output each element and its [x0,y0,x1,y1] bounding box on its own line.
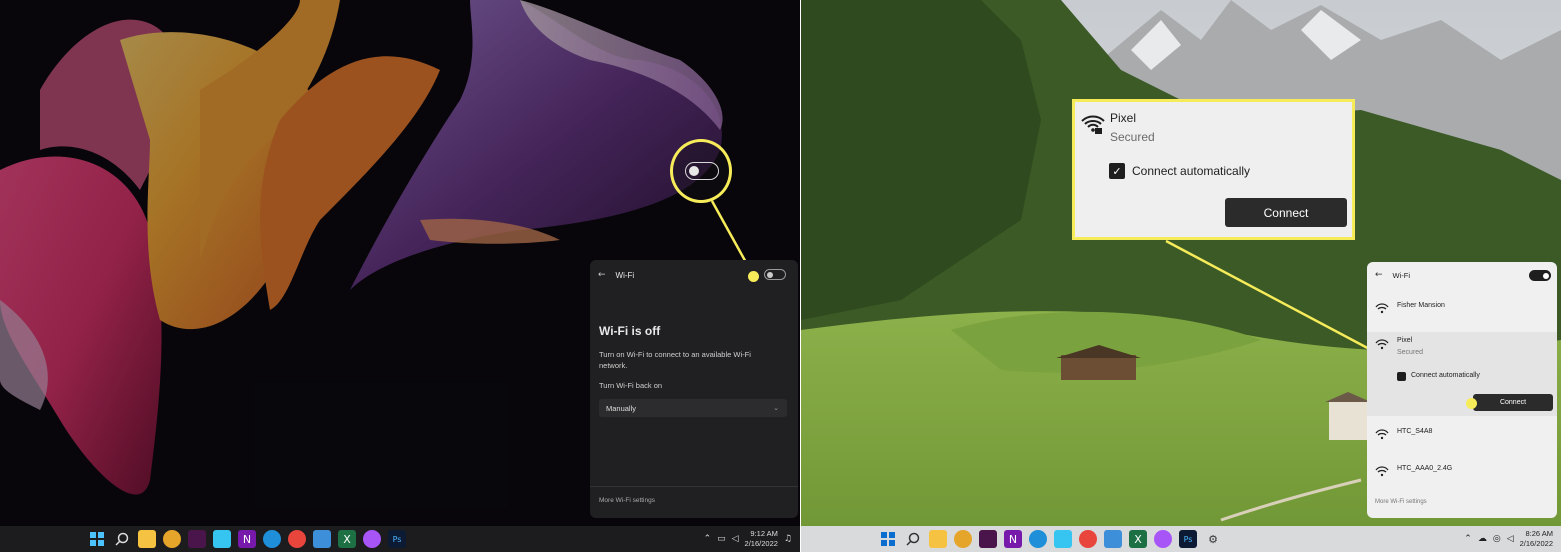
slack-icon-2[interactable] [213,530,231,548]
clock[interactable]: 8:26 AM 2/16/2022 [1520,529,1553,549]
messenger-icon[interactable] [1154,530,1172,548]
network-item-htc-s4a8[interactable]: HTC_S4A8 [1367,428,1557,446]
system-tray: ⌃ ▭ ◁ 9:12 AM 2/16/2022 ♫ [704,526,792,552]
wifi-secured-icon [1375,338,1389,352]
wifi-toggle[interactable] [764,269,786,280]
network-icon[interactable]: ▭ [717,534,726,544]
chevron-up-icon[interactable]: ⌃ [1464,534,1472,544]
taskbar: N X Ps ⚙ ⌃ ☁ ◎ ◁ 8:26 AM 2/16/2022 [801,526,1561,552]
connect-automatically-checkbox[interactable]: ✓ [1109,163,1125,179]
highlight-dot [748,271,759,282]
wifi-flyout-off: ← Wi-Fi Wi-Fi is off Turn on Wi-Fi to co… [590,260,798,518]
toggle-zoom-callout [670,139,732,203]
edge-icon[interactable] [1029,530,1047,548]
onedrive-icon[interactable]: ☁ [1478,534,1487,544]
notepad-icon[interactable] [1104,530,1122,548]
chevron-down-icon: ⌄ [773,404,779,412]
left-screenshot: ← Wi-Fi Wi-Fi is off Turn on Wi-Fi to co… [0,0,800,552]
clock-time: 8:26 AM [1525,529,1553,538]
network-name: Fisher Mansion [1397,302,1445,309]
slack-icon-2[interactable] [1054,530,1072,548]
turn-back-on-select[interactable]: Manually ⌄ [599,399,787,417]
wifi-toggle-zoomed[interactable] [685,162,719,180]
windows-start-icon[interactable] [88,530,106,548]
more-wifi-settings-link[interactable]: More Wi-Fi settings [1375,499,1427,505]
connect-automatically-label: Connect automatically [1411,372,1480,379]
right-screenshot: Pixel Secured ✓ Connect automatically Co… [801,0,1561,552]
notification-icon[interactable]: ♫ [784,534,792,544]
back-arrow-icon[interactable]: ← [1375,270,1383,280]
windows-start-icon[interactable] [879,530,897,548]
chevron-up-icon[interactable]: ⌃ [704,534,712,544]
network-item-htc-aaa0[interactable]: HTC_AAA0_2.4G [1367,465,1557,483]
clock-date: 2/16/2022 [1519,539,1553,548]
file-explorer-icon[interactable] [138,530,156,548]
search-icon[interactable] [904,530,922,548]
onenote-icon[interactable]: N [1004,530,1022,548]
select-value: Manually [606,403,637,413]
wifi-secured-icon [1081,115,1105,134]
notepad-icon[interactable] [313,530,331,548]
more-wifi-settings-link[interactable]: More Wi-Fi settings [599,497,655,504]
file-explorer-icon[interactable] [929,530,947,548]
connect-automatically-checkbox[interactable] [1397,372,1406,381]
network-status: Secured [1397,349,1424,356]
photoshop-icon[interactable]: Ps [1179,530,1197,548]
clock-date: 2/16/2022 [744,539,778,548]
wifi-off-title: Wi-Fi is off [599,324,661,338]
excel-icon[interactable]: X [1129,530,1147,548]
clock-time: 9:12 AM [750,529,778,538]
chrome-icon[interactable] [1079,530,1097,548]
connect-automatically-label: Connect automatically [1132,164,1251,178]
taskbar: N X Ps ⌃ ▭ ◁ 9:12 AM 2/16/2022 ♫ [0,526,800,552]
edge-icon[interactable] [263,530,281,548]
pixel-network-callout: Pixel Secured ✓ Connect automatically Co… [1072,99,1355,240]
chrome-canary-icon[interactable] [163,530,181,548]
slack-icon[interactable] [979,530,997,548]
network-name: HTC_AAA0_2.4G [1397,465,1453,472]
wifi-toggle[interactable] [1529,270,1551,281]
connect-button[interactable]: Connect [1473,394,1553,411]
photoshop-icon[interactable]: Ps [388,530,406,548]
chrome-icon[interactable] [288,530,306,548]
volume-icon[interactable]: ◁ [732,534,739,544]
wifi-icon [1375,302,1389,316]
network-name: Pixel [1110,111,1137,125]
network-icon[interactable]: ◎ [1493,534,1501,544]
back-arrow-icon[interactable]: ← [598,270,606,280]
connect-button[interactable]: Connect [1225,198,1347,227]
search-icon[interactable] [113,530,131,548]
turn-back-on-label: Turn Wi-Fi back on [599,381,663,390]
network-name: HTC_S4A8 [1397,428,1433,435]
slack-icon[interactable] [188,530,206,548]
volume-icon[interactable]: ◁ [1507,534,1514,544]
wifi-header-title: Wi-Fi [615,270,635,280]
chrome-canary-icon[interactable] [954,530,972,548]
highlight-dot [1466,398,1477,409]
clock[interactable]: 9:12 AM 2/16/2022 [745,529,778,549]
wifi-icon [1375,428,1389,442]
settings-gear-icon[interactable]: ⚙ [1204,530,1222,548]
wifi-flyout-on: ← Wi-Fi Fisher Mansion Pixel Secured Con… [1367,262,1557,518]
messenger-icon[interactable] [363,530,381,548]
excel-icon[interactable]: X [338,530,356,548]
wifi-header-title: Wi-Fi [1392,270,1411,280]
network-item-pixel[interactable]: Pixel Secured Connect automatically Conn… [1367,332,1557,416]
system-tray: ⌃ ☁ ◎ ◁ 8:26 AM 2/16/2022 [1464,526,1553,552]
network-status: Secured [1110,130,1155,144]
onenote-icon[interactable]: N [238,530,256,548]
network-name: Pixel [1397,337,1413,344]
wifi-off-description: Turn on Wi-Fi to connect to an available… [599,350,751,370]
wifi-icon [1375,465,1389,479]
network-item-fisher-mansion[interactable]: Fisher Mansion [1367,302,1557,320]
